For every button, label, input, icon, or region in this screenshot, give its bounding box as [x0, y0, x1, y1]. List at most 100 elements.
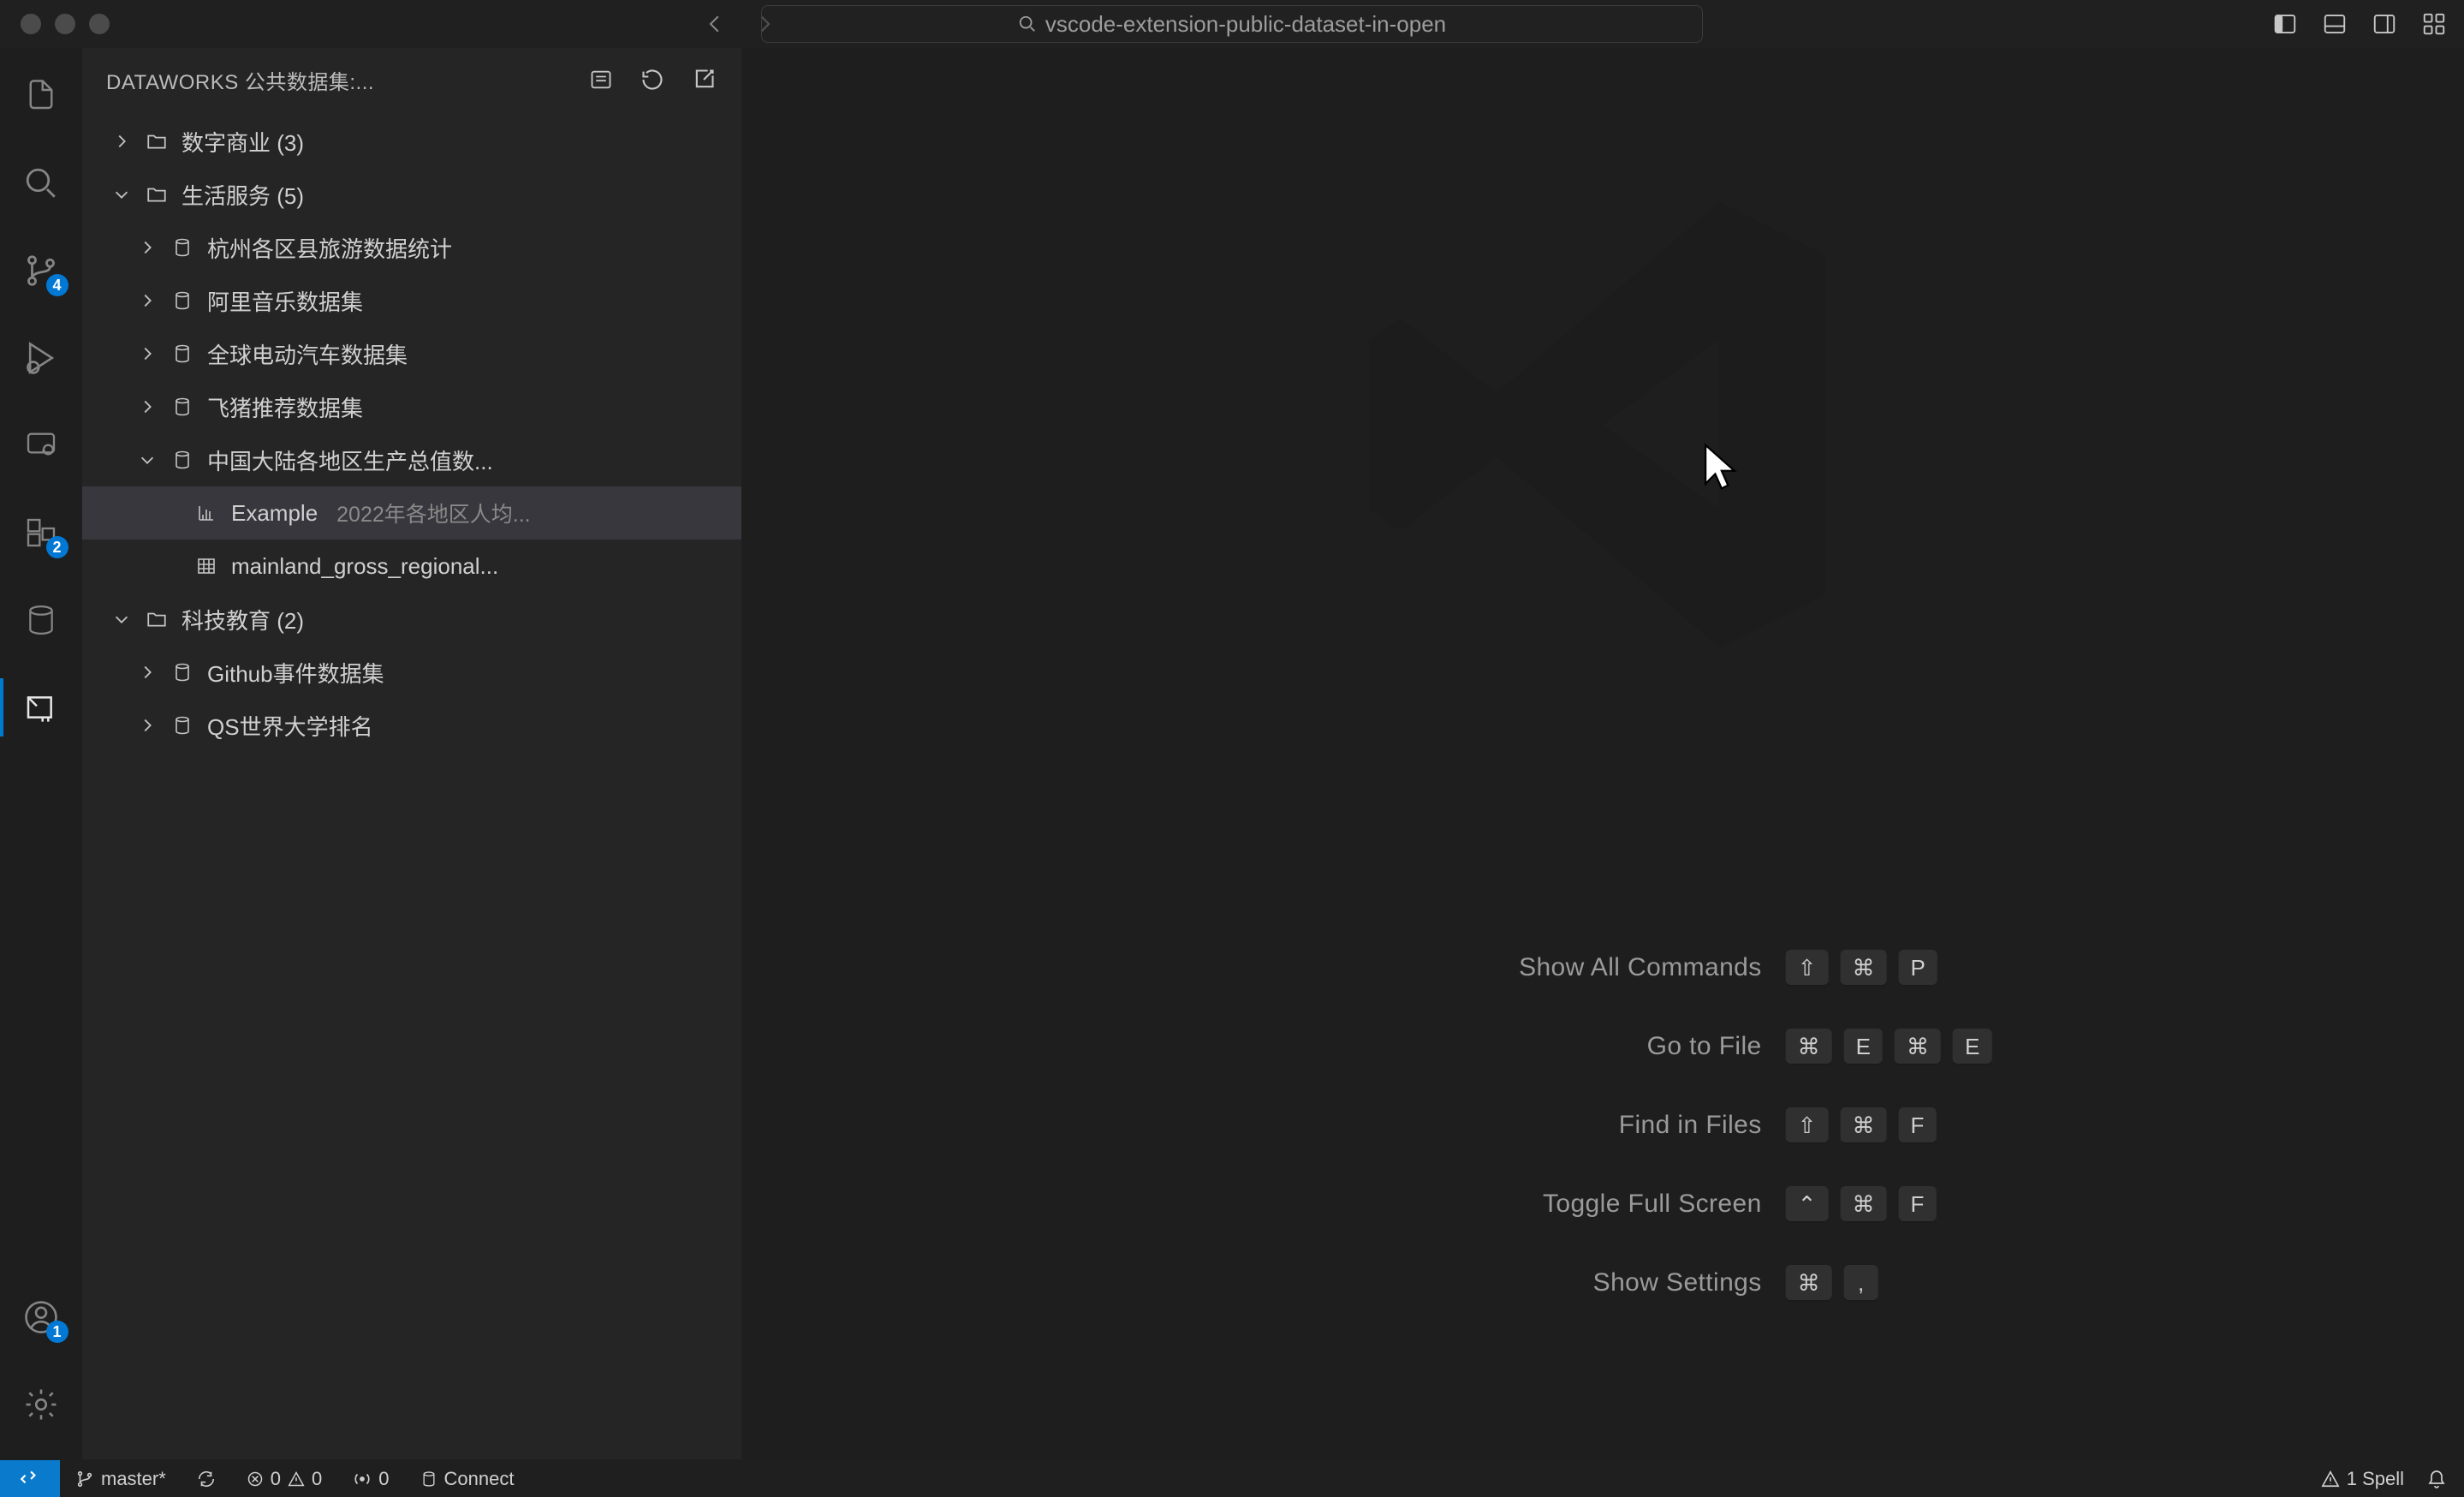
- key: F: [1898, 1107, 1936, 1144]
- key: E: [1953, 1029, 1991, 1065]
- activity-bar: 4 2: [0, 48, 82, 1459]
- search-tab[interactable]: [17, 159, 65, 207]
- tree-folder-tech-edu[interactable]: 科技教育 (2): [82, 593, 741, 646]
- tree-desc: 2022年各地区人均...: [336, 498, 530, 528]
- search-icon: [23, 165, 59, 201]
- tree-item-gross-regional[interactable]: mainland_gross_regional...: [82, 540, 741, 593]
- window-minimize-icon[interactable]: [55, 14, 75, 34]
- database-icon: [170, 237, 195, 258]
- database-icon: [170, 397, 195, 417]
- connect-label: Connect: [444, 1468, 515, 1490]
- remote-explorer-tab[interactable]: [17, 421, 65, 469]
- key: ⌘: [1840, 1186, 1886, 1223]
- database-icon: [170, 290, 195, 311]
- remote-indicator[interactable]: [0, 1460, 60, 1497]
- toggle-panel-icon[interactable]: [2322, 11, 2348, 37]
- tree-label: 飞猪推荐数据集: [207, 391, 363, 423]
- table-icon: [193, 556, 219, 576]
- tree-dataset-ev[interactable]: 全球电动汽车数据集: [82, 327, 741, 380]
- debug-icon: [22, 339, 60, 377]
- account-badge: 1: [46, 1321, 68, 1343]
- toggle-primary-sidebar-icon[interactable]: [2272, 11, 2298, 37]
- tree-dataset-fliggy[interactable]: 飞猪推荐数据集: [82, 380, 741, 433]
- chevron-right-icon: [137, 663, 158, 682]
- shortcut-find-in-files: Find in Files ⇧ ⌘ F: [1214, 1105, 1992, 1146]
- database-icon: [170, 662, 195, 683]
- key: ⌘: [1840, 1107, 1886, 1144]
- sidebar: DATAWORKS 公共数据集:... 数字商业 (3) 生活服务 (5): [82, 48, 741, 1459]
- cursor-icon: [1700, 442, 1740, 493]
- branch-icon: [75, 1470, 94, 1488]
- status-ports[interactable]: 0: [337, 1460, 404, 1497]
- customize-layout-icon[interactable]: [2421, 11, 2447, 37]
- remote-icon: [24, 428, 58, 462]
- sidebar-action-list-icon[interactable]: [589, 68, 613, 92]
- radio-icon: [353, 1470, 372, 1488]
- settings-button[interactable]: [17, 1381, 65, 1428]
- window-zoom-icon[interactable]: [89, 14, 110, 34]
- folder-icon: [144, 608, 170, 630]
- status-spell[interactable]: 1 Spell: [2321, 1468, 2404, 1490]
- tree-label: 阿里音乐数据集: [207, 285, 363, 317]
- chart-icon: [193, 503, 219, 523]
- shortcut-label: Show All Commands: [1214, 953, 1762, 982]
- error-icon: [247, 1470, 264, 1488]
- database-icon: [170, 343, 195, 364]
- explorer-tab[interactable]: [17, 72, 65, 120]
- tree-label: mainland_gross_regional...: [231, 553, 498, 580]
- source-control-tab[interactable]: 4: [17, 247, 65, 295]
- tree-view: 数字商业 (3) 生活服务 (5) 杭州各区县旅游数据统计 阿里音乐数据集: [82, 111, 741, 752]
- dataworks-tab[interactable]: [17, 683, 65, 731]
- status-connect[interactable]: Connect: [405, 1460, 530, 1497]
- tree-item-example[interactable]: Example 2022年各地区人均...: [82, 486, 741, 540]
- chevron-right-icon: [137, 344, 158, 363]
- database-icon: [170, 715, 195, 736]
- status-sync[interactable]: [182, 1460, 231, 1497]
- shortcut-label: Show Settings: [1214, 1268, 1762, 1297]
- branch-name: master*: [101, 1468, 166, 1490]
- tree-dataset-qs[interactable]: QS世界大学排名: [82, 699, 741, 752]
- tree-folder-life-services[interactable]: 生活服务 (5): [82, 168, 741, 221]
- extensions-tab[interactable]: 2: [17, 509, 65, 557]
- sidebar-action-open-external-icon[interactable]: [692, 68, 716, 92]
- warning-icon: [2321, 1470, 2340, 1488]
- chevron-right-icon: [137, 716, 158, 735]
- toggle-secondary-sidebar-icon[interactable]: [2372, 11, 2397, 37]
- window-close-icon[interactable]: [21, 14, 41, 34]
- accounts-button[interactable]: 1: [17, 1293, 65, 1341]
- run-debug-tab[interactable]: [17, 334, 65, 382]
- folder-icon: [144, 130, 170, 152]
- shortcut-label: Find in Files: [1214, 1111, 1762, 1140]
- tree-folder-digital-commerce[interactable]: 数字商业 (3): [82, 115, 741, 168]
- key: ⇧: [1786, 1107, 1829, 1144]
- titlebar: vscode-extension-public-dataset-in-open: [0, 0, 2464, 48]
- status-problems[interactable]: 0 0: [231, 1460, 338, 1497]
- tree-label: Example: [231, 500, 318, 527]
- chevron-right-icon: [137, 291, 158, 310]
- sidebar-title: DATAWORKS 公共数据集:...: [106, 65, 580, 95]
- gear-icon: [23, 1387, 59, 1422]
- database-icon: [25, 604, 57, 636]
- sidebar-action-refresh-icon[interactable]: [640, 68, 664, 92]
- command-center-text: vscode-extension-public-dataset-in-open: [1045, 11, 1446, 38]
- nav-back-icon[interactable]: [702, 11, 728, 37]
- status-branch[interactable]: master*: [60, 1460, 182, 1497]
- error-count: 0: [271, 1468, 281, 1490]
- command-center[interactable]: vscode-extension-public-dataset-in-open: [761, 5, 1703, 43]
- database-tab[interactable]: [17, 596, 65, 644]
- chevron-down-icon: [111, 610, 132, 629]
- notifications-icon[interactable]: [2426, 1469, 2447, 1489]
- key: F: [1898, 1186, 1936, 1223]
- status-bar: master* 0 0 0 Connect 1 Sp: [0, 1459, 2464, 1497]
- tree-dataset-gdp[interactable]: 中国大陆各地区生产总值数...: [82, 433, 741, 486]
- tree-dataset-alimusic[interactable]: 阿里音乐数据集: [82, 274, 741, 327]
- key: ⌘: [1895, 1029, 1941, 1065]
- tree-dataset-github[interactable]: Github事件数据集: [82, 646, 741, 699]
- warning-count: 0: [312, 1468, 322, 1490]
- remote-icon: [19, 1468, 41, 1490]
- key: ⌘: [1786, 1029, 1832, 1065]
- chevron-right-icon: [137, 397, 158, 416]
- key: ⇧: [1786, 950, 1829, 987]
- chevron-down-icon: [111, 185, 132, 204]
- tree-dataset-hangzhou[interactable]: 杭州各区县旅游数据统计: [82, 221, 741, 274]
